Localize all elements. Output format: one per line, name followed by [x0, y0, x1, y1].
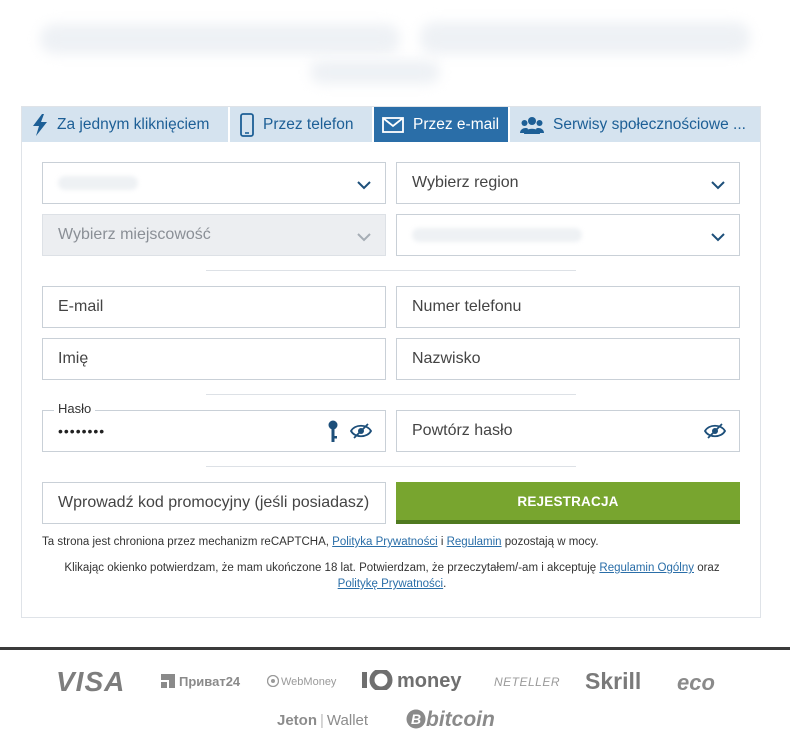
blurred-value: [412, 228, 582, 242]
divider: [206, 394, 576, 395]
divider: [206, 466, 576, 467]
jeton-wallet-logo: Jeton | Wallet: [277, 712, 368, 729]
envelope-icon: [382, 116, 404, 133]
password-value: ••••••••: [58, 423, 106, 439]
jeton-text: Jeton: [277, 712, 318, 729]
tab-phone[interactable]: Przez telefon: [230, 107, 374, 142]
privat24-logo: Приват24: [160, 673, 240, 689]
lightning-icon: [32, 113, 48, 136]
bitcoin-logo: Bbitcoin: [406, 708, 495, 732]
register-button-label: REJESTRACJA: [517, 493, 619, 509]
svg-text:B: B: [411, 711, 421, 727]
email-field[interactable]: E-mail: [42, 286, 386, 328]
separator: |: [320, 712, 324, 729]
chevron-down-icon: [357, 177, 371, 195]
registration-tabs: Za jednym kliknięciem Przez telefon Prze…: [22, 107, 760, 142]
last-name-placeholder: Nazwisko: [412, 350, 481, 367]
bitcoin-text: bitcoin: [426, 708, 495, 731]
10money-icon: [362, 668, 393, 692]
bitcoin-icon: B: [406, 709, 426, 729]
password-label: Hasło: [54, 401, 96, 416]
tab-label: Serwisy społecznościowe ...: [553, 115, 746, 133]
neteller-logo: NETELLER: [494, 675, 561, 689]
privat24-icon: [161, 674, 175, 688]
promo-code-field[interactable]: Wprowadź kod promocyjny (jeśli posiadasz…: [42, 482, 386, 524]
chevron-down-icon: [357, 229, 371, 247]
money-text: money: [397, 670, 462, 692]
repeat-password-placeholder: Powtórz hasło: [412, 422, 513, 439]
tab-one-click[interactable]: Za jednym kliknięciem: [22, 107, 230, 142]
promo-placeholder: Wprowadź kod promocyjny (jeśli posiadasz…: [58, 494, 370, 511]
region-select-label: Wybierz region: [412, 174, 519, 191]
currency-select[interactable]: [396, 214, 740, 256]
note-text: Klikając okienko potwierdzam, że mam uko…: [64, 562, 600, 574]
privat24-text: Приват24: [179, 674, 241, 689]
webmoney-logo: WebMoney: [266, 674, 337, 688]
privacy-policy-link[interactable]: Polityka Prywatności: [332, 536, 437, 548]
first-name-placeholder: Imię: [58, 350, 89, 367]
email-placeholder: E-mail: [58, 298, 104, 315]
note-text: pozostają w mocy.: [501, 536, 599, 548]
wallet-text: Wallet: [326, 712, 369, 729]
recaptcha-note: Ta strona jest chroniona przez mechanizm…: [42, 534, 742, 550]
chevron-down-icon: [711, 177, 725, 195]
divider: [206, 270, 576, 271]
password-field[interactable]: Hasło ••••••••: [42, 401, 386, 452]
note-text: Ta strona jest chroniona przez mechanizm…: [42, 536, 333, 548]
tab-social[interactable]: Serwisy społecznościowe ...: [510, 107, 760, 142]
blurred-value: [58, 176, 138, 190]
skrill-logo: Skrill: [585, 668, 642, 694]
tab-email[interactable]: Przez e-mail: [374, 107, 510, 142]
repeat-password-field[interactable]: Powtórz hasło: [396, 410, 740, 452]
note-text: i: [437, 536, 447, 548]
first-name-field[interactable]: Imię: [42, 338, 386, 380]
eye-slash-icon[interactable]: [349, 423, 373, 444]
terms-link[interactable]: Regulamin: [447, 536, 502, 548]
registration-form: Za jednym kliknięciem Przez telefon Prze…: [21, 106, 761, 618]
visa-logo: VISA: [56, 666, 126, 697]
region-select[interactable]: Wybierz region: [396, 162, 740, 204]
phone-icon: [240, 112, 254, 137]
blurred-header: [0, 0, 790, 106]
footer-divider: [0, 647, 790, 650]
eco-logo: eco: [677, 670, 715, 695]
city-select: Wybierz miejscowość: [42, 214, 386, 256]
webmoney-icon: [266, 674, 280, 688]
phone-field[interactable]: Numer telefonu: [396, 286, 740, 328]
tab-label: Za jednym kliknięciem: [57, 115, 210, 133]
note-text: .: [443, 578, 447, 590]
users-icon: [520, 116, 544, 134]
city-select-label: Wybierz miejscowość: [58, 226, 211, 243]
general-terms-link[interactable]: Regulamin Ogólny: [599, 562, 694, 574]
key-icon[interactable]: [327, 420, 339, 449]
last-name-field[interactable]: Nazwisko: [396, 338, 740, 380]
age-confirmation-note: Klikając okienko potwierdzam, że mam uko…: [42, 560, 742, 592]
eye-slash-icon[interactable]: [703, 423, 727, 444]
tab-label: Przez e-mail: [413, 115, 500, 133]
webmoney-text: WebMoney: [281, 676, 337, 688]
phone-placeholder: Numer telefonu: [412, 298, 522, 315]
country-select[interactable]: [42, 162, 386, 204]
chevron-down-icon: [711, 229, 725, 247]
note-text: oraz: [694, 562, 720, 574]
tab-label: Przez telefon: [263, 115, 354, 133]
10money-logo: money: [361, 668, 462, 693]
privacy-policy-link[interactable]: Politykę Prywatności: [338, 578, 443, 590]
register-button[interactable]: REJESTRACJA: [396, 482, 740, 524]
